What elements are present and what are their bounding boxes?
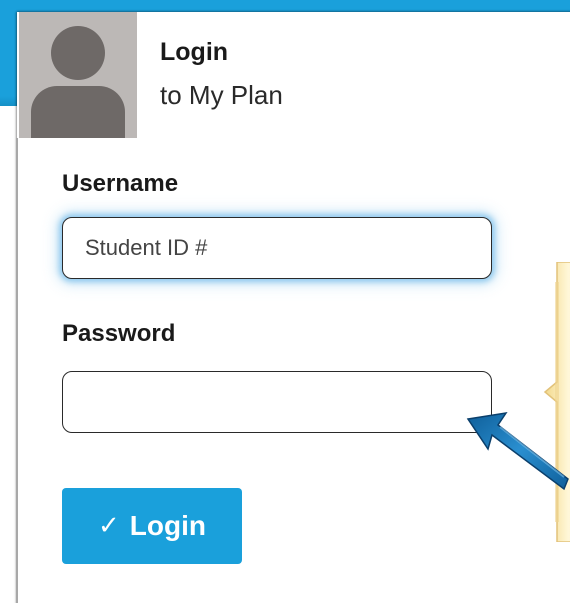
username-input[interactable]: [62, 217, 492, 279]
arrow-pointer-icon: [466, 411, 569, 491]
password-input[interactable]: [62, 371, 492, 433]
page-subtitle: to My Plan: [160, 80, 283, 110]
login-screen: Login to My Plan Username Password ✓ Log…: [0, 0, 570, 603]
login-button-label: Login: [129, 510, 206, 541]
login-button[interactable]: ✓ Login: [62, 488, 242, 564]
tooltip-callout: [543, 262, 570, 542]
panel-left-edge: [16, 138, 18, 603]
check-icon: ✓: [98, 511, 120, 541]
user-avatar-icon: [19, 12, 137, 138]
password-label: Password: [62, 320, 176, 347]
username-label: Username: [62, 170, 179, 197]
avatar-body: [31, 86, 125, 138]
avatar-head: [51, 26, 105, 80]
page-title: Login: [160, 38, 229, 66]
